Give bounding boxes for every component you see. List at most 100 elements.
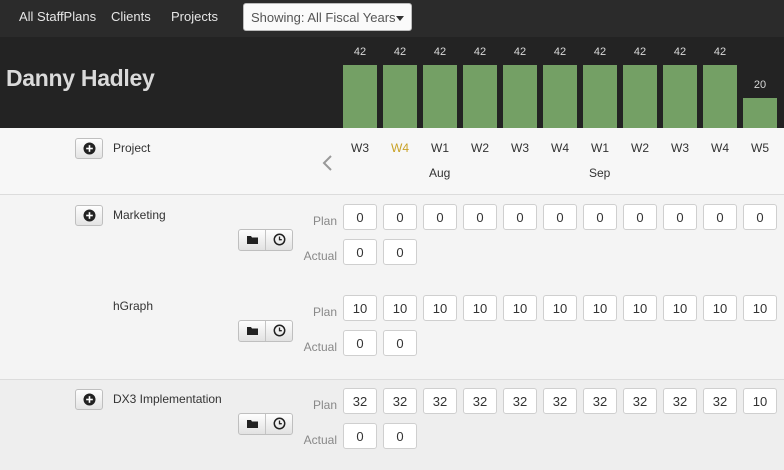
fiscal-year-select[interactable]: Showing: All Fiscal Years bbox=[243, 3, 412, 31]
user-name: Danny Hadley bbox=[6, 65, 155, 91]
workload-bar-value: 42 bbox=[353, 46, 367, 58]
folder-icon bbox=[247, 327, 258, 335]
plan-hours-input[interactable]: 10 bbox=[583, 295, 617, 321]
week-label: W4 bbox=[551, 141, 569, 155]
project-row: Plan Actual 32 32 32 32 32 32 32 32 32 32 10 0 0 bbox=[0, 380, 784, 470]
workload-bar bbox=[663, 65, 697, 128]
workload-bar bbox=[503, 65, 537, 128]
plan-hours-input[interactable]: 0 bbox=[543, 204, 577, 230]
workload-bar-value: 42 bbox=[433, 46, 447, 58]
plan-hours-input[interactable]: 0 bbox=[503, 204, 537, 230]
plan-hours-input[interactable]: 32 bbox=[703, 388, 737, 414]
project-folder-button[interactable] bbox=[239, 414, 266, 434]
project-time-button[interactable] bbox=[266, 321, 293, 341]
plan-hours-input[interactable]: 32 bbox=[503, 388, 537, 414]
workload-bar bbox=[583, 65, 617, 128]
plan-hours-input[interactable]: 0 bbox=[383, 204, 417, 230]
week-label: W3 bbox=[511, 141, 529, 155]
client-section: Marketing Plan Actual 0 0 0 0 0 0 0 0 0 0 0 0 0 hGraph Pl… bbox=[0, 196, 784, 378]
plan-hours-input[interactable]: 0 bbox=[623, 204, 657, 230]
fiscal-year-select-value: Showing: All Fiscal Years bbox=[251, 10, 396, 25]
workload-bar-column: 42 bbox=[543, 37, 577, 128]
project-name[interactable]: hGraph bbox=[113, 299, 153, 313]
plan-hours-input[interactable]: 32 bbox=[623, 388, 657, 414]
plan-label: Plan bbox=[312, 398, 337, 412]
nav-clients-link[interactable]: Clients bbox=[111, 9, 151, 24]
plan-hours-input[interactable]: 0 bbox=[583, 204, 617, 230]
plan-hours-input[interactable]: 32 bbox=[343, 388, 377, 414]
folder-icon bbox=[247, 236, 258, 244]
plan-hours-input[interactable]: 32 bbox=[463, 388, 497, 414]
plan-hours-input[interactable]: 10 bbox=[743, 388, 777, 414]
plan-hours-input[interactable]: 10 bbox=[423, 295, 457, 321]
add-project-button[interactable] bbox=[75, 138, 103, 159]
workload-bar bbox=[463, 65, 497, 128]
plan-hours-input[interactable]: 32 bbox=[543, 388, 577, 414]
plan-hours-input[interactable]: 10 bbox=[703, 295, 737, 321]
actual-hours-input[interactable]: 0 bbox=[383, 239, 417, 265]
workload-bar-value: 42 bbox=[473, 46, 487, 58]
plan-hours-input[interactable]: 10 bbox=[463, 295, 497, 321]
actual-hours-input[interactable]: 0 bbox=[383, 423, 417, 449]
plan-label: Plan bbox=[312, 305, 337, 319]
project-folder-button[interactable] bbox=[239, 321, 266, 341]
workload-bar bbox=[543, 65, 577, 128]
project-folder-button[interactable] bbox=[239, 230, 266, 250]
workload-bar bbox=[623, 65, 657, 128]
actual-hours-input[interactable]: 0 bbox=[343, 239, 377, 265]
plan-hours-input[interactable]: 10 bbox=[543, 295, 577, 321]
workload-bar bbox=[423, 65, 457, 128]
plan-hours-input[interactable]: 0 bbox=[743, 204, 777, 230]
workload-bar-column: 42 bbox=[463, 37, 497, 128]
week-label: W4 bbox=[711, 141, 729, 155]
project-actions bbox=[238, 413, 293, 435]
plan-hours-input[interactable]: 32 bbox=[423, 388, 457, 414]
plan-hours-input[interactable]: 32 bbox=[663, 388, 697, 414]
actual-hours-input[interactable]: 0 bbox=[343, 330, 377, 356]
plan-hours-input[interactable]: 10 bbox=[743, 295, 777, 321]
plan-hours-input[interactable]: 32 bbox=[583, 388, 617, 414]
clock-icon bbox=[273, 417, 286, 430]
week-label: W3 bbox=[671, 141, 689, 155]
client-section: DX3 Implementation Plan Actual 32 32 32 32 32 32… bbox=[0, 379, 784, 470]
nav-all-staffplans-link[interactable]: All StaffPlans bbox=[19, 9, 96, 24]
plan-hours-input[interactable]: 32 bbox=[383, 388, 417, 414]
weeks-header-row: Project W3 W4 W1 W2 W3 W4 W1 W2 W3 W4 W5 Aug Sep bbox=[0, 128, 784, 195]
workload-bar-value: 42 bbox=[713, 46, 727, 58]
workload-bar bbox=[383, 65, 417, 128]
project-time-button[interactable] bbox=[266, 414, 293, 434]
actual-label: Actual bbox=[303, 340, 337, 354]
chevron-left-icon[interactable] bbox=[320, 153, 334, 173]
project-actions bbox=[238, 229, 293, 251]
month-label: Sep bbox=[589, 166, 611, 180]
plan-hours-input[interactable]: 0 bbox=[463, 204, 497, 230]
workload-bar-column: 42 bbox=[703, 37, 737, 128]
clock-icon bbox=[273, 233, 286, 246]
project-row: Plan Actual 0 0 0 0 0 0 0 0 0 0 0 0 0 bbox=[0, 196, 784, 287]
plan-hours-input[interactable]: 0 bbox=[423, 204, 457, 230]
plan-hours-input[interactable]: 10 bbox=[663, 295, 697, 321]
top-nav: All StaffPlans Clients Projects Showing:… bbox=[0, 0, 784, 37]
workload-bar bbox=[343, 65, 377, 128]
month-label: Aug bbox=[429, 166, 451, 180]
project-time-button[interactable] bbox=[266, 230, 293, 250]
plan-hours-input[interactable]: 0 bbox=[663, 204, 697, 230]
plan-hours-input[interactable]: 10 bbox=[503, 295, 537, 321]
workload-bar-value: 42 bbox=[513, 46, 527, 58]
plan-hours-input[interactable]: 0 bbox=[343, 204, 377, 230]
actual-label: Actual bbox=[303, 433, 337, 447]
workload-bar-value: 20 bbox=[753, 79, 767, 91]
plus-circle-icon bbox=[83, 142, 96, 155]
actual-hours-input[interactable]: 0 bbox=[383, 330, 417, 356]
nav-projects-link[interactable]: Projects bbox=[171, 9, 218, 24]
workload-bar-value: 42 bbox=[633, 46, 647, 58]
week-label: W5 bbox=[751, 141, 769, 155]
workload-bar-value: 42 bbox=[393, 46, 407, 58]
plan-hours-input[interactable]: 10 bbox=[383, 295, 417, 321]
plan-hours-input[interactable]: 0 bbox=[703, 204, 737, 230]
week-label: W2 bbox=[471, 141, 489, 155]
plan-hours-input[interactable]: 10 bbox=[343, 295, 377, 321]
workload-bar-column: 20 bbox=[743, 37, 777, 128]
plan-hours-input[interactable]: 10 bbox=[623, 295, 657, 321]
actual-hours-input[interactable]: 0 bbox=[343, 423, 377, 449]
